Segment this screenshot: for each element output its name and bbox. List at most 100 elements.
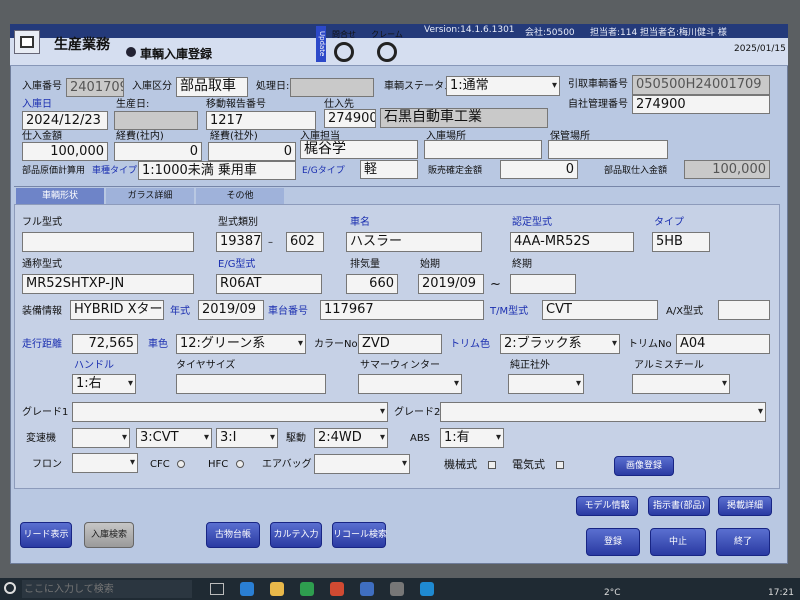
grade2-label: グレード2: [394, 407, 441, 418]
mechanical-checkbox[interactable]: [488, 461, 496, 469]
cost-in-field[interactable]: 0: [114, 142, 202, 161]
tab-glass-detail[interactable]: ガラス詳細: [106, 188, 194, 204]
mileage-field[interactable]: 72,565: [72, 334, 138, 354]
alumi-select[interactable]: [632, 374, 730, 394]
freon-select[interactable]: [72, 453, 138, 473]
model-info-button[interactable]: モデル情報: [576, 496, 638, 516]
ax-field[interactable]: [718, 300, 770, 320]
edge-app-icon[interactable]: [240, 582, 254, 596]
chassis-field[interactable]: 117967: [320, 300, 484, 320]
eg-model-field[interactable]: R06AT: [216, 274, 322, 294]
recall-search-button[interactable]: リコール検索: [332, 522, 387, 548]
transmission-select-1[interactable]: [72, 428, 130, 448]
production-date-field[interactable]: [114, 111, 198, 130]
color-select[interactable]: 12:グリーン系: [176, 334, 306, 354]
vehicle-type-label: 車種タイプ: [92, 166, 138, 176]
color-no-field[interactable]: ZVD: [358, 334, 442, 354]
cert-model-label: 認定型式: [512, 217, 552, 228]
inquiry-icon[interactable]: 問合せ: [330, 28, 358, 62]
displacement-label: 排気量: [350, 259, 380, 270]
handle-select[interactable]: 1:右: [72, 374, 136, 394]
instruction-parts-button[interactable]: 指示書(部品): [648, 496, 710, 516]
common-model-field[interactable]: MR52SHTXP-JN: [22, 274, 194, 294]
abs-select[interactable]: 1:有: [440, 428, 504, 448]
year-label: 年式: [170, 306, 190, 317]
entry-date-field[interactable]: 2024/12/23: [22, 111, 108, 130]
drive-select[interactable]: 2:4WD: [314, 428, 388, 448]
claim-icon[interactable]: クレーム: [370, 28, 404, 62]
listing-detail-button[interactable]: 掲載詳細: [718, 496, 772, 516]
airbag-select[interactable]: [314, 454, 410, 474]
register-button[interactable]: 登録: [586, 528, 640, 556]
parts-purchase-label: 部品取仕入金額: [604, 166, 668, 176]
type-field[interactable]: 5HB: [652, 232, 710, 252]
model-class-label: 型式類別: [218, 217, 258, 228]
app-icon[interactable]: [390, 582, 404, 596]
taskbar-search-input[interactable]: [22, 580, 192, 598]
transmission-select-2[interactable]: 3:CVT: [136, 428, 212, 448]
own-mgmt-no-field[interactable]: 274900: [632, 95, 770, 114]
model-class-field-1[interactable]: 19387: [216, 232, 262, 252]
model-class-field-2[interactable]: 602: [286, 232, 324, 252]
vehicle-status-select[interactable]: 1:通常: [446, 76, 560, 96]
cfc-radio[interactable]: [177, 460, 185, 468]
car-name-field[interactable]: ハスラー: [346, 232, 482, 252]
entry-place-field[interactable]: [424, 140, 542, 159]
exit-button[interactable]: 終了: [716, 528, 770, 556]
tire-field[interactable]: [176, 374, 326, 394]
store-app-icon[interactable]: [300, 582, 314, 596]
eg-type-field[interactable]: 軽: [360, 160, 418, 179]
tm-field[interactable]: CVT: [542, 300, 658, 320]
sales-amount-field[interactable]: 0: [500, 160, 578, 179]
transmission-select-3[interactable]: 3:I: [216, 428, 278, 448]
pull-no-field[interactable]: 050500H24001709: [632, 75, 770, 95]
production-date-label: 生産日:: [116, 99, 150, 110]
grade1-select[interactable]: [72, 402, 388, 422]
entry-class-field[interactable]: 部品取車: [176, 77, 248, 97]
start-field[interactable]: 2019/09: [418, 274, 484, 294]
ax-label: A/X型式: [666, 306, 704, 317]
hfc-radio[interactable]: [236, 460, 244, 468]
vehicle-type-field[interactable]: 1:1000未満 乗用車: [138, 161, 296, 180]
karte-input-button[interactable]: カルテ入力: [270, 522, 322, 548]
image-register-button[interactable]: 画像登録: [614, 456, 674, 476]
search-icon[interactable]: [4, 582, 18, 596]
transfer-no-field[interactable]: 1217: [206, 111, 316, 130]
entry-no-field[interactable]: 2401709: [66, 78, 124, 97]
explorer-app-icon[interactable]: [270, 582, 284, 596]
summer-winter-select[interactable]: [358, 374, 462, 394]
mechanical-label: 機械式: [444, 458, 477, 471]
old-ledger-button[interactable]: 古物台帳: [206, 522, 260, 548]
entry-staff-field[interactable]: 梶谷学: [300, 140, 418, 159]
cost-out-field[interactable]: 0: [208, 142, 296, 161]
process-date-field[interactable]: [290, 78, 374, 97]
tab-vehicle-shape[interactable]: 車輌形状: [16, 188, 104, 204]
full-model-field[interactable]: [22, 232, 194, 252]
electric-checkbox[interactable]: [556, 461, 564, 469]
screen-title: 車輌入庫登録: [140, 47, 213, 61]
parts-purchase-field[interactable]: 100,000: [684, 160, 770, 179]
supplier-code-field[interactable]: 274900: [324, 109, 376, 128]
trim-no-field[interactable]: A04: [676, 334, 770, 354]
storage-place-field[interactable]: [548, 140, 668, 159]
displacement-field[interactable]: 660: [346, 274, 398, 294]
app-icon[interactable]: [360, 582, 374, 596]
app-icon[interactable]: [420, 582, 434, 596]
equip-field[interactable]: HYBRID Xター: [70, 300, 164, 320]
read-display-button[interactable]: リード表示: [20, 522, 72, 548]
trim-color-select[interactable]: 2:ブラック系: [500, 334, 620, 354]
airbag-label: エアバッグ: [262, 459, 312, 470]
end-field[interactable]: [510, 274, 576, 294]
grade2-select[interactable]: [440, 402, 766, 422]
cert-model-field[interactable]: 4AA-MR52S: [510, 232, 634, 252]
model-class-dash: –: [268, 237, 273, 248]
purchase-amount-field[interactable]: 100,000: [22, 142, 108, 161]
mail-app-icon[interactable]: [330, 582, 344, 596]
genuine-select[interactable]: [508, 374, 584, 394]
full-model-label: フル型式: [22, 217, 62, 228]
tab-other[interactable]: その他: [196, 188, 284, 204]
entry-search-button[interactable]: 入庫検索: [84, 522, 134, 548]
task-view-icon[interactable]: [210, 583, 224, 595]
year-field[interactable]: 2019/09: [198, 300, 264, 320]
cancel-button[interactable]: 中止: [650, 528, 706, 556]
